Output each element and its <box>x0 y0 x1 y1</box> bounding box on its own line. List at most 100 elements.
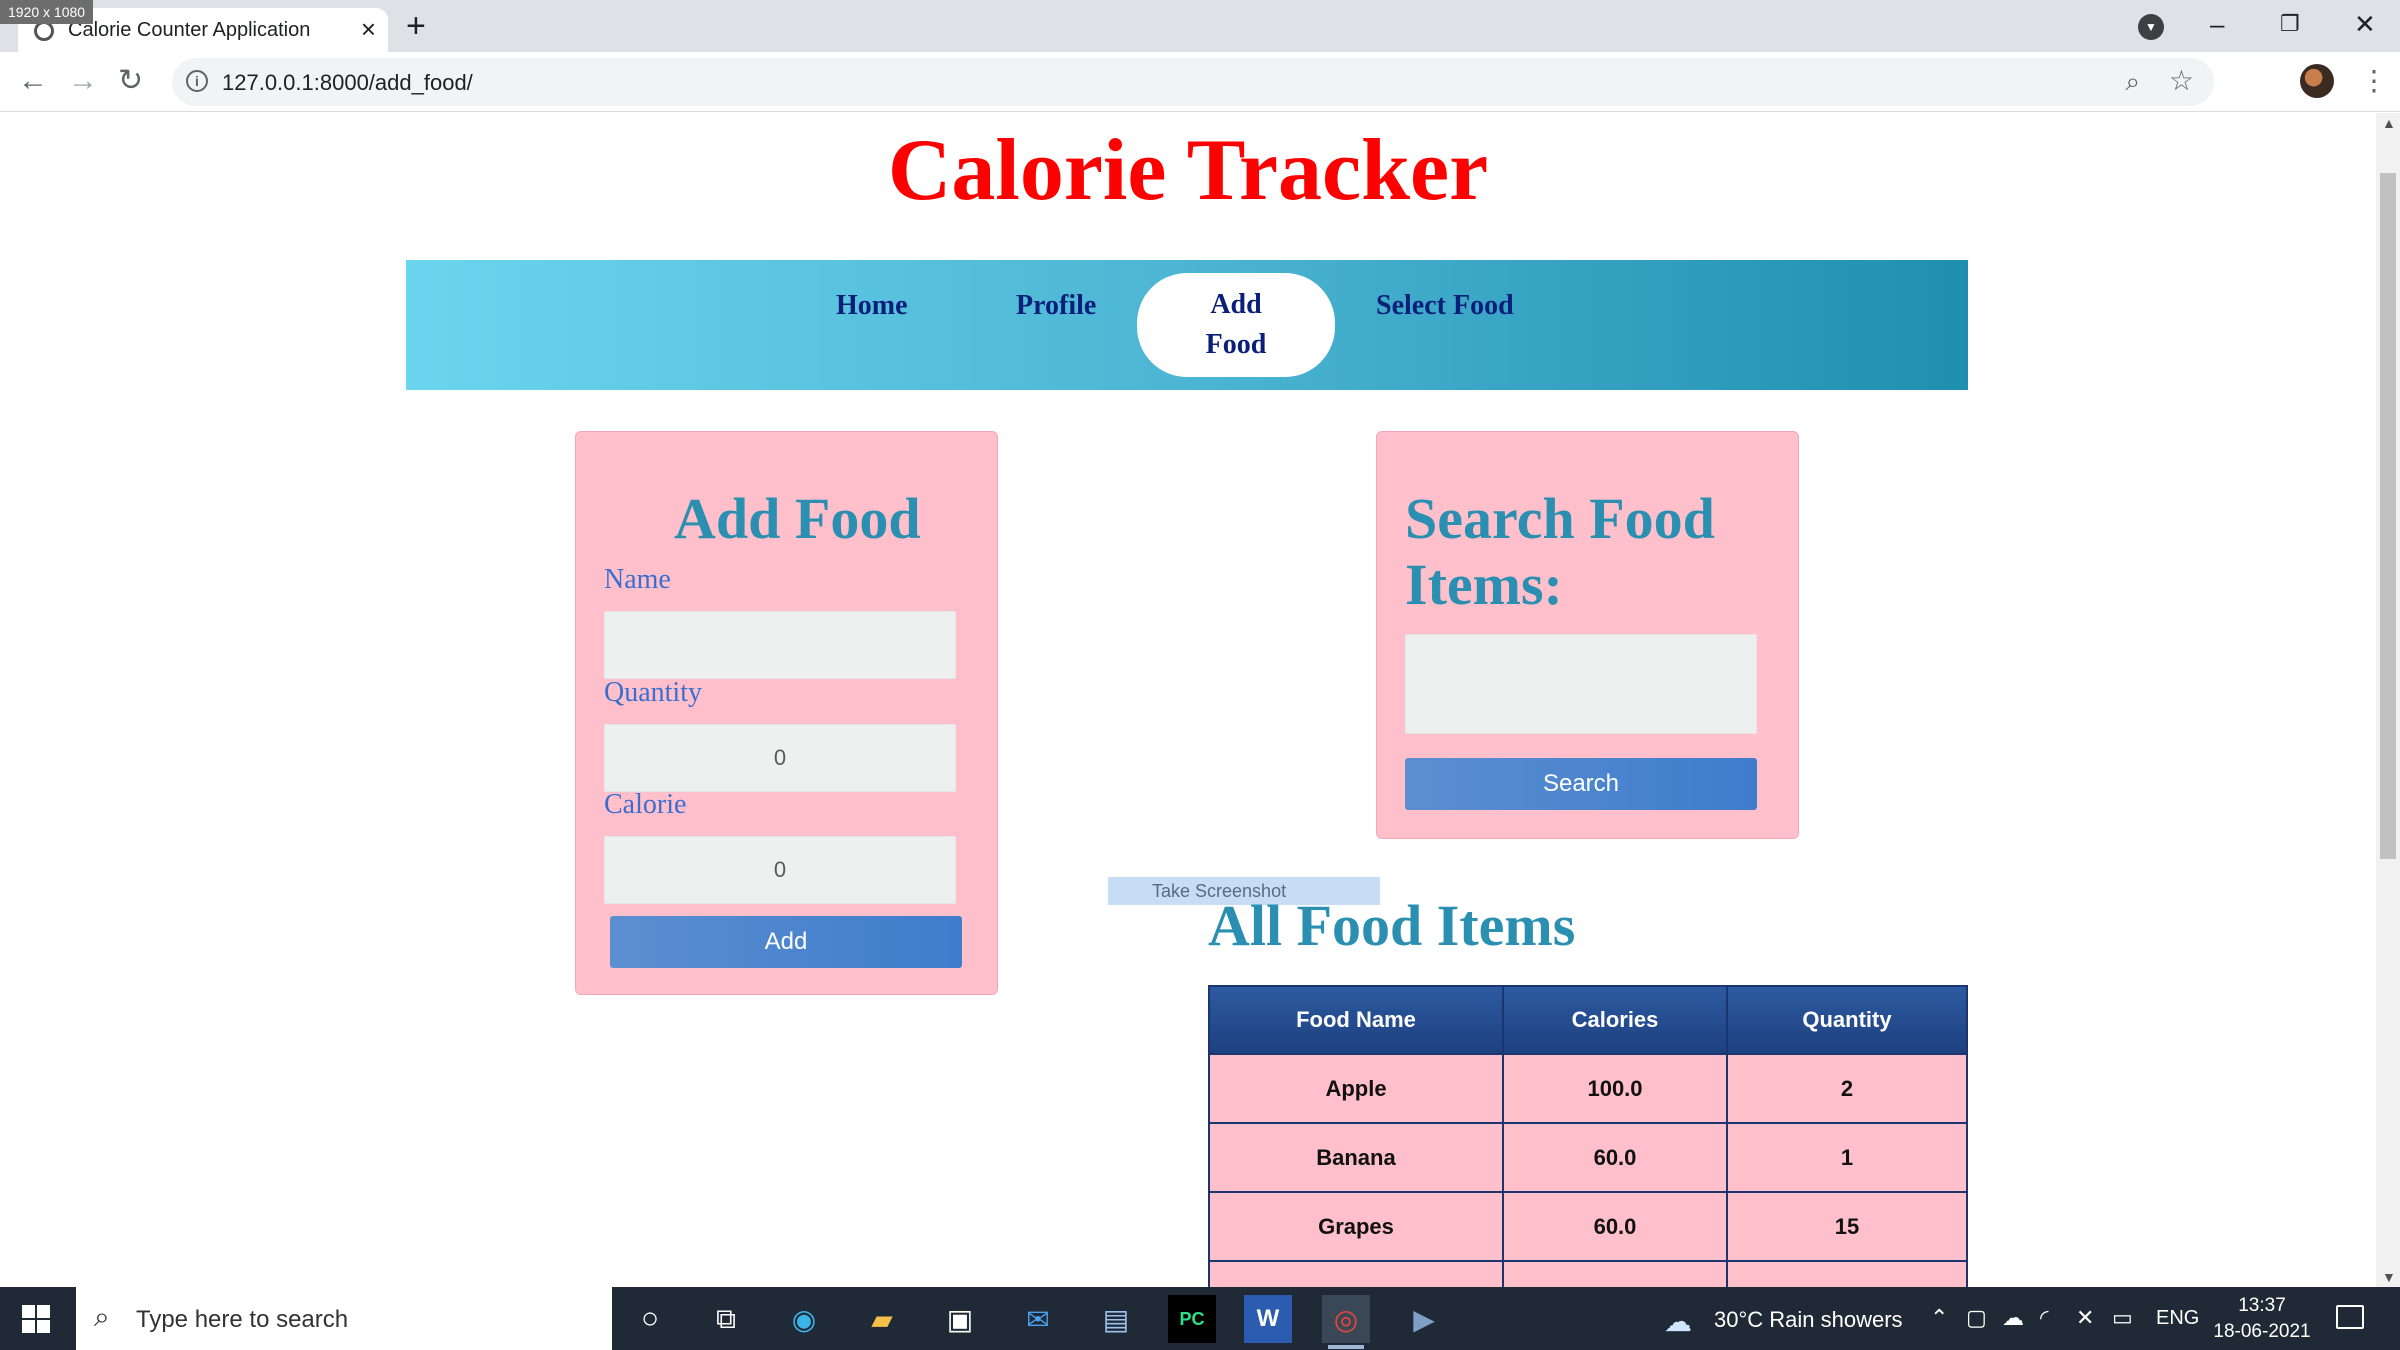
close-window-icon[interactable]: ✕ <box>2354 6 2376 42</box>
search-food-heading: Search Food Items: <box>1405 486 1715 618</box>
browser-toolbar: ← → ↻ i 127.0.0.1:8000/add_food/ ⌕ ☆ ⋮ <box>0 52 2400 112</box>
table-row: Grapes 60.0 15 <box>1208 1191 1968 1262</box>
cortana-icon[interactable]: ○ <box>626 1295 674 1343</box>
add-button[interactable]: Add <box>610 916 962 968</box>
add-food-card: Add Food Name Quantity 0 Calorie 0 Add <box>575 431 998 995</box>
quantity-input[interactable]: 0 <box>604 724 956 792</box>
tab-search-icon[interactable]: ▼ <box>2138 14 2164 40</box>
clock-time: 13:37 <box>2238 1295 2286 1316</box>
calorie-label: Calorie <box>604 789 687 820</box>
onedrive-icon[interactable]: ☁ <box>2002 1305 2024 1331</box>
scroll-down-icon[interactable]: ▼ <box>2382 1269 2396 1285</box>
table-row: Banana 60.0 1 <box>1208 1122 1968 1193</box>
nav-profile[interactable]: Profile <box>1016 286 1096 326</box>
chrome-icon[interactable]: ◎ <box>1322 1295 1370 1349</box>
main-navbar: Home Profile Add Food Select Food <box>406 260 1968 390</box>
file-explorer-icon[interactable]: ▰ <box>858 1295 906 1343</box>
windows-taskbar: ⌕ Type here to search ○ ⧉ ◉ ▰ ▣ ✉ ▤ PC W… <box>0 1287 2400 1350</box>
table-cell: Banana <box>1208 1122 1504 1193</box>
pycharm-icon[interactable]: PC <box>1168 1295 1216 1343</box>
add-food-heading: Add Food <box>674 486 921 551</box>
table-cell: Grapes <box>1208 1191 1504 1262</box>
edge-icon[interactable]: ◉ <box>780 1295 828 1343</box>
search-food-card: Search Food Items: Search <box>1376 431 1799 839</box>
zoom-icon[interactable]: ⌕ <box>2125 66 2140 98</box>
table-row: Apple 100.0 2 <box>1208 1053 1968 1124</box>
taskbar-clock[interactable]: 13:37 18-06-2021 <box>2212 1293 2312 1345</box>
address-url[interactable]: 127.0.0.1:8000/add_food/ <box>222 70 473 96</box>
column-header: Quantity <box>1726 985 1968 1055</box>
nav-add-food[interactable]: Add Food <box>1137 273 1335 377</box>
wifi-icon[interactable]: ◜ <box>2040 1305 2049 1331</box>
clock-date: 18-06-2021 <box>2213 1321 2311 1342</box>
tab-title: Calorie Counter Application <box>68 19 311 41</box>
table-cell <box>1502 1260 1728 1287</box>
table-cell: Apple <box>1208 1053 1504 1124</box>
profile-avatar[interactable] <box>2300 64 2334 98</box>
table-cell: 60.0 <box>1502 1122 1728 1193</box>
search-heading-line2: Items: <box>1405 552 1563 617</box>
taskbar-search-placeholder: Type here to search <box>136 1306 349 1333</box>
food-items-table: Food Name Calories Quantity Apple 100.0 … <box>1208 985 1968 1287</box>
all-food-heading: All Food Items <box>1208 893 1576 958</box>
scroll-thumb[interactable] <box>2380 173 2396 859</box>
weather-text[interactable]: 30°C Rain showers <box>1714 1307 1903 1333</box>
back-arrow-icon[interactable]: ← <box>18 64 48 98</box>
restore-icon[interactable]: ❐ <box>2280 6 2300 42</box>
table-cell: 2 <box>1726 1053 1968 1124</box>
page-scrollbar[interactable]: ▲ ▼ <box>2376 113 2400 1287</box>
battery-icon[interactable]: ▭ <box>2112 1305 2133 1331</box>
table-header-row: Food Name Calories Quantity <box>1208 985 1968 1055</box>
calorie-input[interactable]: 0 <box>604 836 956 904</box>
table-cell: 15 <box>1726 1191 1968 1262</box>
browser-tab-strip: Calorie Counter Application × 1920 x 108… <box>0 0 2400 52</box>
name-input[interactable] <box>604 611 956 679</box>
search-button[interactable]: Search <box>1405 758 1757 810</box>
show-hidden-icons-icon[interactable]: ⌃ <box>1930 1305 1948 1331</box>
table-cell: 60.0 <box>1502 1191 1728 1262</box>
taskbar-search[interactable]: ⌕ Type here to search <box>76 1287 612 1350</box>
table-cell: 100.0 <box>1502 1053 1728 1124</box>
resolution-badge: 1920 x 1080 <box>0 0 94 24</box>
page-viewport: Calorie Tracker Home Profile Add Food Se… <box>0 113 2376 1287</box>
remote-desktop-icon[interactable]: ▤ <box>1092 1295 1140 1343</box>
word-icon[interactable]: W <box>1244 1295 1292 1343</box>
notification-icon[interactable] <box>2336 1305 2364 1329</box>
windows-start-icon[interactable] <box>22 1305 50 1333</box>
table-cell: 1 <box>1726 1122 1968 1193</box>
address-bar[interactable]: i 127.0.0.1:8000/add_food/ ⌕ ☆ <box>172 58 2214 106</box>
name-label: Name <box>604 564 671 595</box>
mail-icon[interactable]: ✉ <box>1014 1295 1062 1343</box>
favicon-icon <box>34 21 54 41</box>
nav-home[interactable]: Home <box>836 286 908 326</box>
quantity-label: Quantity <box>604 677 702 708</box>
column-header: Food Name <box>1208 985 1504 1055</box>
search-input[interactable] <box>1405 634 1757 734</box>
close-tab-icon[interactable]: × <box>361 14 376 44</box>
nav-add-food-line2: Food <box>1205 329 1267 360</box>
column-header: Calories <box>1502 985 1728 1055</box>
input-language[interactable]: ENG <box>2156 1307 2199 1330</box>
minimize-icon[interactable]: – <box>2210 6 2224 42</box>
reload-icon[interactable]: ↻ <box>118 64 143 98</box>
browser-menu-icon[interactable]: ⋮ <box>2360 64 2388 98</box>
table-cell <box>1726 1260 1968 1287</box>
search-heading-line1: Search Food <box>1405 486 1715 551</box>
new-tab-icon[interactable]: + <box>406 8 426 44</box>
search-icon: ⌕ <box>94 1301 110 1332</box>
task-view-icon[interactable]: ⧉ <box>702 1295 750 1343</box>
scroll-up-icon[interactable]: ▲ <box>2382 115 2396 131</box>
site-title: Calorie Tracker <box>887 122 1489 219</box>
nav-add-food-line1: Add <box>1210 289 1262 320</box>
video-app-icon[interactable]: ▶ <box>1400 1295 1448 1343</box>
meet-now-icon[interactable]: ▢ <box>1966 1305 1987 1331</box>
table-row <box>1208 1260 1968 1287</box>
table-cell <box>1208 1260 1504 1287</box>
forward-arrow-icon[interactable]: → <box>68 64 98 98</box>
nav-select-food[interactable]: Select Food <box>1376 286 1514 326</box>
volume-muted-icon[interactable]: ✕ <box>2076 1305 2094 1331</box>
bookmark-star-icon[interactable]: ☆ <box>2169 64 2194 97</box>
weather-cloud-icon[interactable]: ☁ <box>1664 1305 1692 1338</box>
microsoft-store-icon[interactable]: ▣ <box>936 1295 984 1343</box>
site-info-icon[interactable]: i <box>186 70 208 92</box>
